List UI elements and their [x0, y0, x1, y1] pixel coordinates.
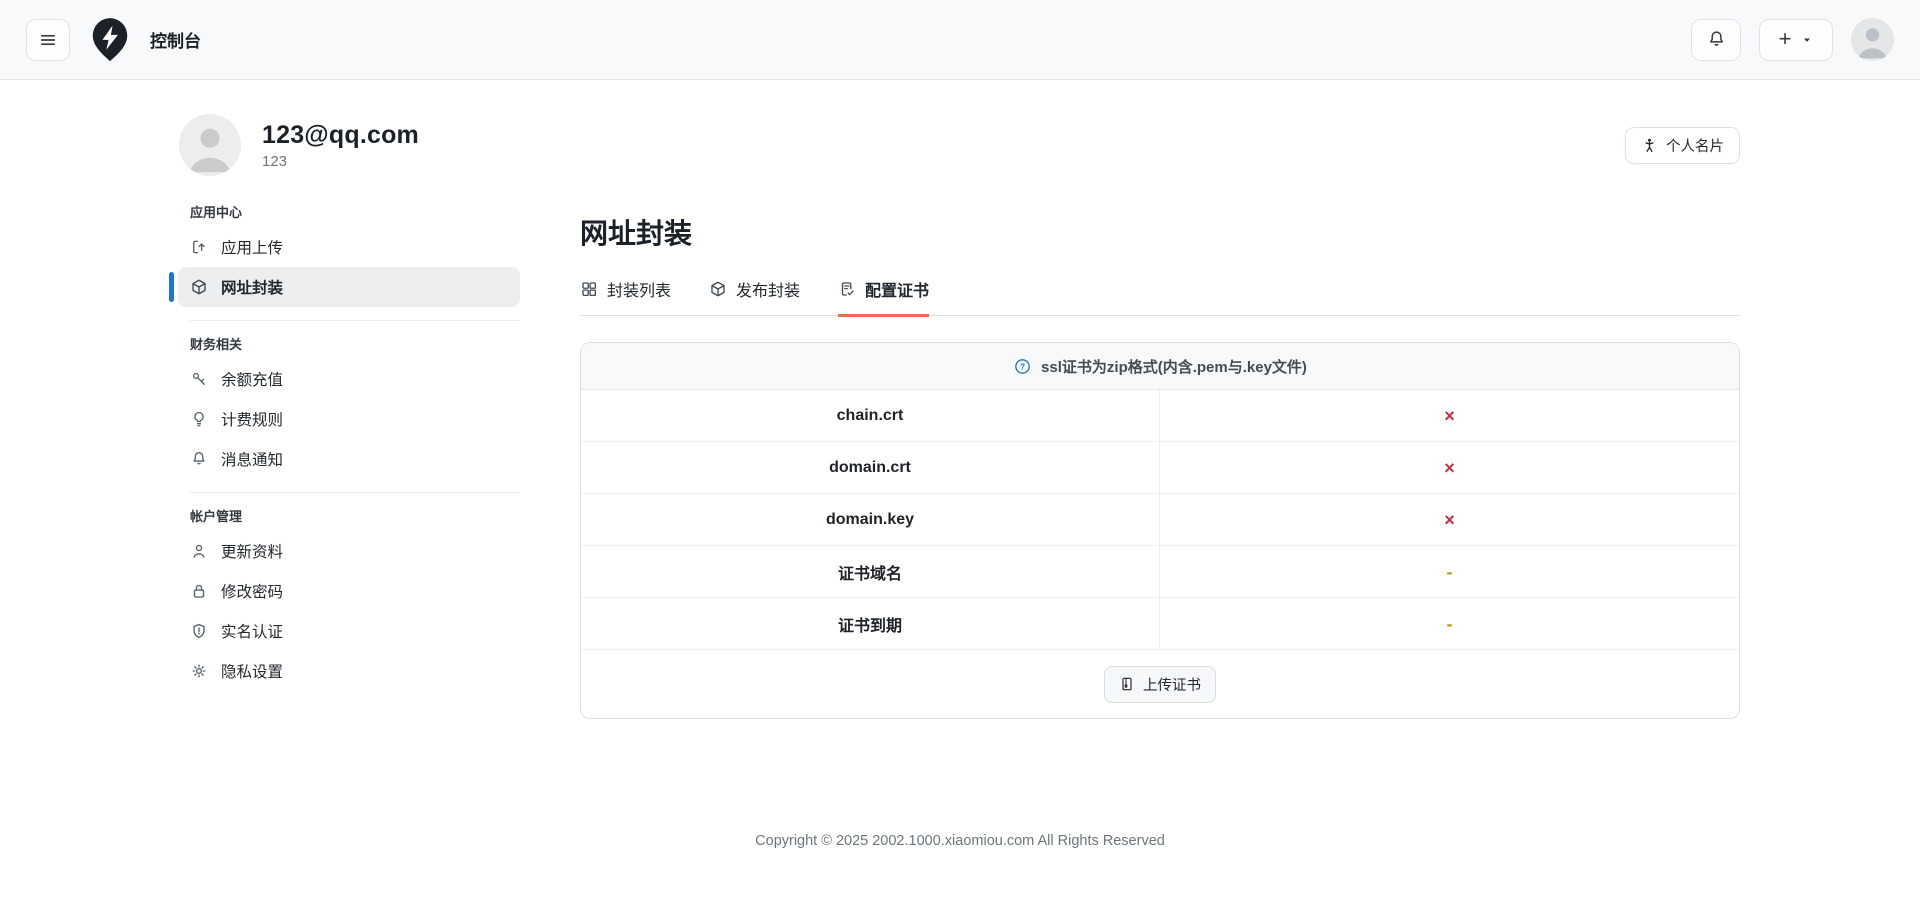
- file-check-icon: [838, 280, 856, 298]
- cert-file-label: domain.key: [581, 494, 1160, 545]
- profile-avatar: [179, 114, 241, 176]
- profile-info: 123@qq.com 123: [262, 121, 419, 170]
- upload-certificate-button[interactable]: 上传证书: [1104, 665, 1216, 703]
- app-title: 控制台: [150, 32, 201, 51]
- page-title: 网址封装: [580, 218, 693, 249]
- sidebar-item-real-name-verification[interactable]: 实名认证: [178, 611, 520, 651]
- tab-package-list[interactable]: 封装列表: [580, 277, 671, 317]
- sidebar-item-url-packaging[interactable]: 网址封装: [169, 267, 520, 307]
- status-missing-mark: ×: [1444, 509, 1455, 530]
- personal-card-button[interactable]: 个人名片: [1625, 126, 1740, 164]
- shield-icon: [190, 622, 208, 640]
- sidebar-item-label: 应用上传: [221, 240, 284, 257]
- cert-file-label: chain.crt: [581, 390, 1160, 441]
- caret-down-icon: [1801, 34, 1813, 46]
- sidebar-item-label: 实名认证: [221, 624, 284, 641]
- certificate-notice-text: ssl证书为zip格式(内含.pem与.key文件): [1041, 358, 1307, 376]
- personal-card-label: 个人名片: [1666, 138, 1724, 155]
- profile-username: 123: [262, 152, 288, 170]
- sidebar-item-privacy-settings[interactable]: 隐私设置: [178, 651, 520, 691]
- cube-icon: [709, 280, 727, 298]
- sidebar-divider: [190, 320, 520, 321]
- person-card-icon: [1641, 137, 1658, 154]
- status-empty-mark: -: [1446, 613, 1453, 634]
- status-empty-mark: -: [1446, 561, 1453, 582]
- hamburger-icon: [38, 30, 58, 50]
- bell-icon: [1706, 29, 1727, 50]
- question-circle-icon[interactable]: ?: [1013, 357, 1032, 376]
- tab-publish-package[interactable]: 发布封装: [709, 277, 800, 317]
- sidebar-item-change-password[interactable]: 修改密码: [178, 571, 520, 611]
- sidebar-item-update-profile[interactable]: 更新资料: [178, 531, 520, 571]
- sidebar: 应用中心 应用上传 网址封装 财务相关 余额充值 计费规则 消息通知 帐户管理 …: [169, 200, 520, 691]
- sidebar-item-billing-rules[interactable]: 计费规则: [178, 399, 520, 439]
- cert-row-cert-domain: 证书域名 -: [581, 546, 1739, 598]
- lightning-pin-logo[interactable]: [88, 17, 132, 63]
- sidebar-item-balance-recharge[interactable]: 余额充值: [178, 359, 520, 399]
- profile-email: 123@qq.com: [262, 120, 419, 149]
- sidebar-item-label: 计费规则: [221, 412, 284, 429]
- sidebar-section-account: 帐户管理: [190, 509, 243, 524]
- cube-icon: [190, 278, 208, 296]
- copyright-footer: Copyright © 2025 2002.1000.xiaomiou.com …: [755, 833, 1165, 849]
- certificate-actions: 上传证书: [581, 650, 1739, 718]
- bulb-icon: [190, 410, 208, 428]
- cert-field-label: 证书到期: [581, 598, 1160, 649]
- sidebar-item-label: 更新资料: [221, 544, 284, 561]
- sidebar-divider: [190, 492, 520, 493]
- cert-row-domain-crt: domain.crt ×: [581, 442, 1739, 494]
- certificate-notice: ? ssl证书为zip格式(内含.pem与.key文件): [581, 343, 1739, 390]
- sidebar-item-label: 隐私设置: [221, 664, 284, 681]
- gear-icon: [190, 662, 208, 680]
- status-missing-mark: ×: [1444, 405, 1455, 426]
- key-icon: [190, 370, 208, 388]
- tab-label: 封装列表: [607, 283, 672, 300]
- navbar-avatar[interactable]: [1851, 18, 1894, 61]
- svg-text:?: ?: [1020, 361, 1025, 371]
- sidebar-section-app-center: 应用中心: [190, 205, 243, 220]
- content-layout: 应用中心 应用上传 网址封装 财务相关 余额充值 计费规则 消息通知 帐户管理 …: [0, 176, 1920, 719]
- cert-file-label: domain.crt: [581, 442, 1160, 493]
- sidebar-item-message-notifications[interactable]: 消息通知: [178, 439, 520, 479]
- cert-row-cert-expiry: 证书到期 -: [581, 598, 1739, 650]
- zip-file-icon: [1119, 676, 1135, 692]
- cert-row-chain-crt: chain.crt ×: [581, 390, 1739, 442]
- user-icon: [190, 542, 208, 560]
- tab-label: 配置证书: [865, 283, 930, 300]
- plus-icon: +: [1778, 25, 1792, 51]
- status-missing-mark: ×: [1444, 457, 1455, 478]
- upload-icon: [190, 238, 208, 256]
- main-content: 网址封装 封装列表 发布封装 配置证书 ? ssl证书为zip格式(内含.pem…: [580, 200, 1740, 719]
- cert-field-label: 证书域名: [581, 546, 1160, 597]
- sidebar-item-app-upload[interactable]: 应用上传: [178, 227, 520, 267]
- upload-certificate-label: 上传证书: [1143, 677, 1201, 694]
- sidebar-item-label: 消息通知: [221, 452, 284, 469]
- create-new-button[interactable]: +: [1759, 18, 1833, 61]
- sidebar-item-label: 修改密码: [221, 584, 284, 601]
- lock-icon: [190, 582, 208, 600]
- tab-bar: 封装列表 发布封装 配置证书: [580, 277, 1740, 317]
- tab-configure-certificate[interactable]: 配置证书: [838, 277, 930, 317]
- grid-icon: [580, 280, 598, 298]
- sidebar-item-label: 网址封装: [221, 280, 284, 297]
- hamburger-menu-button[interactable]: [26, 18, 70, 61]
- sidebar-item-label: 余额充值: [221, 372, 284, 389]
- cert-row-domain-key: domain.key ×: [581, 494, 1739, 546]
- top-navbar: 控制台 +: [0, 0, 1920, 80]
- profile-header: 123@qq.com 123 个人名片: [0, 80, 1920, 176]
- bell-icon: [190, 450, 208, 468]
- sidebar-section-finance: 财务相关: [190, 337, 243, 352]
- tab-label: 发布封装: [736, 283, 801, 300]
- notifications-button[interactable]: [1691, 18, 1741, 61]
- certificate-panel: ? ssl证书为zip格式(内含.pem与.key文件) chain.crt ×…: [580, 342, 1740, 719]
